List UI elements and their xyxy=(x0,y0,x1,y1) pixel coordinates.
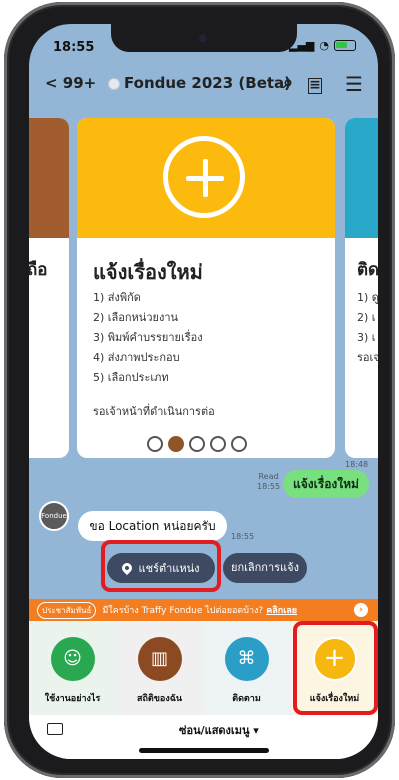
read-time: 18:55 xyxy=(257,482,281,491)
phone-frame: 18:55 ▂▄▆ ◔ < 99+ Fondue 2023 (Beta) ⌕ ≡… xyxy=(4,2,395,778)
notch xyxy=(111,24,297,52)
share-location-button[interactable]: แชร์ตำแหน่ง xyxy=(107,553,215,583)
card-right-line: 3) เ xyxy=(357,331,376,344)
camera xyxy=(199,34,207,42)
step-item: 4) ส่งภาพประกอบ xyxy=(93,351,180,364)
shield-icon xyxy=(108,78,120,90)
chevron-right-icon[interactable]: › xyxy=(354,603,368,617)
status-time: 18:55 xyxy=(53,40,95,55)
back-button[interactable]: < 99+ xyxy=(45,74,96,92)
steps-list: 1) ส่งพิกัด 2) เลือกหน่วยงาน 3) พิมพ์คำบ… xyxy=(93,288,203,388)
flow-icon: ⌘ xyxy=(224,637,269,681)
card-left[interactable]: ถือ xyxy=(29,118,69,458)
location-pin-icon xyxy=(120,560,135,576)
card-left-heading: ถือ xyxy=(29,260,48,280)
card-main-waiting: รอเจ้าหน้าที่ดำเนินการต่อ xyxy=(93,405,215,418)
card-right-line: 1) ดู xyxy=(357,291,378,304)
search-icon[interactable]: ⌕ xyxy=(276,72,300,96)
card-right-heading: ติด xyxy=(357,260,378,280)
share-location-label: แชร์ตำแหน่ง xyxy=(138,562,200,575)
menu-label: ติดตาม xyxy=(232,694,261,704)
step-item: 1) ส่งพิกัด xyxy=(93,291,141,304)
menu-toggle-button[interactable]: ซ่อน/แสดงเมนู ▾ xyxy=(179,721,259,739)
menu-item-stats[interactable]: ▥ สถิติของฉัน xyxy=(116,621,203,715)
promo-link[interactable]: คลิกเลย xyxy=(266,603,297,617)
carousel-dots[interactable] xyxy=(147,436,247,452)
promo-text: มีใครบ้าง Traffy Fondue ไปต่อยอดบ้าง? xyxy=(102,606,264,616)
menu-item-how-to[interactable]: ☺ ใช้งานอย่างไร xyxy=(29,621,116,715)
card-right-lines: 1) ดู 2) เ 3) เ xyxy=(357,288,378,348)
card-main-band xyxy=(77,118,335,238)
card-right-tail: รอเจ xyxy=(357,351,378,364)
promo-tag: ประชาสัมพันธ์ xyxy=(37,601,97,619)
read-label: Read xyxy=(258,472,279,481)
wifi-icon: ◔ xyxy=(319,39,329,52)
step-item: 3) พิมพ์คำบรรยายเรื่อง xyxy=(93,331,203,344)
promo-banner[interactable]: ประชาสัมพันธ์ มีใครบ้าง Traffy Fondue ไป… xyxy=(29,599,378,621)
menu-label: ใช้งานอย่างไร xyxy=(44,694,101,704)
carousel-dot[interactable] xyxy=(231,436,247,452)
highlight-frame xyxy=(293,621,378,715)
carousel-dot-active[interactable] xyxy=(168,436,184,452)
plus-circle-icon xyxy=(163,136,245,218)
cancel-report-button[interactable]: ยกเลิกการแจ้ง xyxy=(223,553,307,583)
user-message-bubble: แจ้งเรื่องใหม่ xyxy=(283,470,369,498)
chat-title: Fondue 2023 (Beta) xyxy=(124,74,292,92)
menu-label: สถิติของฉัน xyxy=(136,694,183,704)
menu-icon[interactable]: ☰ xyxy=(342,72,366,96)
help-icon: ☺ xyxy=(50,637,95,681)
chat-header: < 99+ Fondue 2023 (Beta) ⌕ ≡ ☰ xyxy=(29,64,378,108)
card-new-report[interactable]: แจ้งเรื่องใหม่ 1) ส่งพิกัด 2) เลือกหน่วย… xyxy=(77,118,335,458)
card-left-band xyxy=(29,118,69,238)
carousel-dot[interactable] xyxy=(147,436,163,452)
screen: 18:55 ▂▄▆ ◔ < 99+ Fondue 2023 (Beta) ⌕ ≡… xyxy=(29,24,378,759)
card-main-heading: แจ้งเรื่องใหม่ xyxy=(93,260,203,284)
card-right[interactable]: ติด 1) ดู 2) เ 3) เ รอเจ xyxy=(345,118,378,458)
step-item: 2) เลือกหน่วยงาน xyxy=(93,311,179,324)
menu-item-track[interactable]: ⌘ ติดตาม xyxy=(203,621,290,715)
card-right-band xyxy=(345,118,378,238)
home-indicator xyxy=(139,748,269,753)
carousel[interactable]: ถือ แจ้งเรื่องใหม่ 1) ส่งพิกัด 2) เลือกห… xyxy=(29,118,378,458)
read-receipt: Read 18:55 xyxy=(257,472,280,492)
bot-avatar[interactable]: Fondue xyxy=(39,501,69,531)
chart-icon: ▥ xyxy=(137,637,182,681)
battery-icon xyxy=(334,40,356,51)
card-right-line: 2) เ xyxy=(357,311,376,324)
bot-message-bubble: ขอ Location หน่อยครับ xyxy=(78,511,227,541)
step-item: 5) เลือกประเภท xyxy=(93,371,169,384)
system-icons: ▂▄▆ ◔ xyxy=(289,39,356,52)
keyboard-icon[interactable] xyxy=(47,723,63,735)
carousel-dot[interactable] xyxy=(210,436,226,452)
bot-message-time: 18:55 xyxy=(231,532,255,541)
notes-icon[interactable]: ≡ xyxy=(308,78,322,94)
carousel-dot[interactable] xyxy=(189,436,205,452)
carousel-time: 18:48 xyxy=(345,460,369,469)
